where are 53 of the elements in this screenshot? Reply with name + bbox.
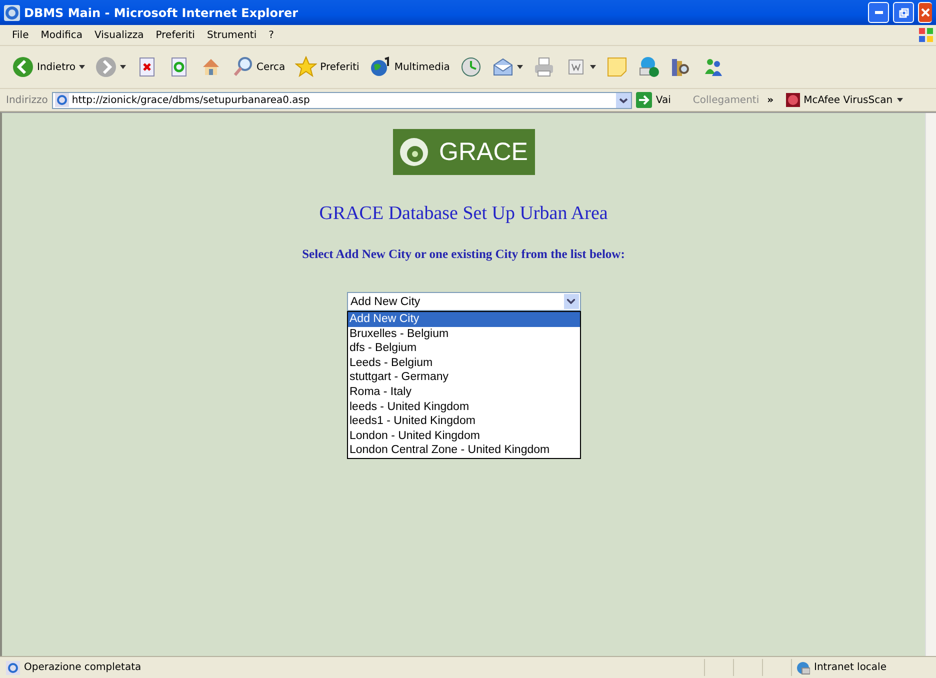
globe-icon [786, 93, 800, 107]
go-arrow-icon[interactable] [636, 92, 652, 108]
search-icon[interactable] [232, 56, 254, 78]
city-option[interactable]: Bruxelles - Belgium [348, 326, 580, 342]
menu-item[interactable]: Modifica [34, 30, 89, 40]
phone-icon[interactable] [638, 56, 660, 78]
restore-icon [898, 8, 908, 18]
go-label[interactable]: Vai [656, 94, 671, 106]
menu-item[interactable]: Preferiti [150, 30, 201, 40]
window-title: DBMS Main - Microsoft Internet Explorer [24, 6, 300, 20]
address-field[interactable]: http://zionick/grace/dbms/setupurbanarea0.asp [52, 92, 632, 108]
logo-icon [399, 137, 430, 167]
caret-icon[interactable] [78, 65, 84, 69]
menu-item[interactable]: Strumenti [200, 30, 263, 40]
caret-icon[interactable] [896, 98, 903, 102]
scrollbar[interactable] [925, 113, 936, 656]
caret-icon[interactable] [516, 65, 523, 69]
minimize-button[interactable] [868, 2, 889, 23]
page-icon [6, 660, 20, 674]
city-select[interactable]: Add New City [346, 292, 580, 311]
books-icon[interactable] [670, 56, 692, 78]
minimize-icon [874, 11, 882, 14]
extension-label[interactable]: McAfee VirusScan [804, 94, 893, 106]
menu-item[interactable]: File [6, 30, 35, 40]
instruction-text: Select Add New City or one existing City from the list below: [302, 247, 625, 262]
address-label: Indirizzo [6, 94, 48, 106]
restore-button[interactable] [893, 2, 914, 23]
zone-text: Intranet locale [814, 662, 886, 673]
close-button[interactable] [918, 2, 932, 23]
clock-icon[interactable] [460, 56, 482, 78]
star-icon[interactable] [295, 56, 318, 78]
page-heading: GRACE Database Set Up Urban Area [319, 203, 608, 225]
caret-icon[interactable] [590, 65, 596, 69]
more-links[interactable]: » [767, 94, 774, 106]
status-text: Operazione completata [24, 662, 142, 673]
menu-item[interactable]: Visualizza [88, 30, 150, 40]
network-icon [796, 660, 810, 674]
logo-text: GRACE [439, 138, 528, 166]
caret-icon[interactable] [120, 65, 126, 69]
toolbar-label[interactable]: Indietro [37, 62, 76, 72]
close-icon [921, 8, 930, 17]
page-icon [54, 93, 69, 107]
envelope-icon[interactable] [492, 56, 514, 78]
city-option[interactable]: Add New City [348, 312, 580, 327]
toolbar-label[interactable]: Cerca [256, 62, 286, 72]
printer-icon[interactable] [532, 56, 555, 78]
menu-item[interactable]: ? [262, 30, 280, 40]
windows-logo-icon [918, 27, 934, 43]
browser-icon [4, 4, 20, 20]
toolbar-label[interactable]: Multimedia [394, 62, 450, 72]
url-text: http://zionick/grace/dbms/setupurbanarea0.asp [72, 94, 311, 106]
toolbar-label[interactable]: Preferiti [320, 62, 360, 72]
globe-icon[interactable] [369, 56, 392, 78]
